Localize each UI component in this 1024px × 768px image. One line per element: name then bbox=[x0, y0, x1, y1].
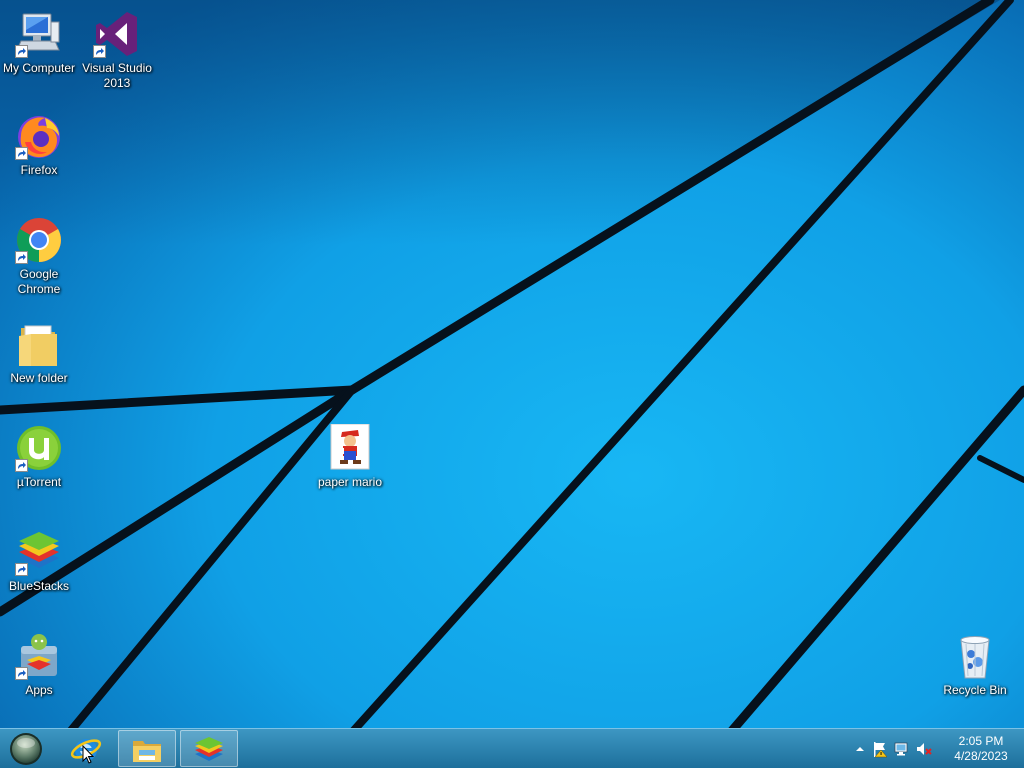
desktop-icon-bluestacks[interactable]: BlueStacks bbox=[0, 528, 78, 594]
folder-icon bbox=[15, 320, 63, 368]
desktop-icon-label: Apps bbox=[25, 683, 53, 697]
taskbar-file-explorer[interactable] bbox=[118, 730, 176, 767]
desktop-icon-label: New folder bbox=[10, 371, 68, 385]
desktop-icon-visual-studio[interactable]: Visual Studio 2013 bbox=[78, 10, 156, 91]
desktop-icon-label: BlueStacks bbox=[8, 579, 70, 593]
desktop-icon-label: paper mario bbox=[317, 475, 383, 489]
wallpaper bbox=[0, 0, 1024, 768]
shortcut-arrow-icon bbox=[93, 45, 106, 58]
start-button[interactable] bbox=[8, 732, 44, 766]
recycle-bin-icon bbox=[951, 632, 999, 680]
shortcut-arrow-icon bbox=[15, 667, 28, 680]
paper-mario-icon bbox=[326, 424, 374, 472]
desktop-icon-firefox[interactable]: Firefox bbox=[0, 112, 78, 178]
clock[interactable]: 2:05 PM 4/28/2023 bbox=[946, 734, 1016, 764]
chrome-icon bbox=[15, 216, 63, 264]
desktop-icon-label: Google Chrome bbox=[17, 267, 61, 296]
shortcut-arrow-icon bbox=[15, 459, 28, 472]
volume-button[interactable] bbox=[915, 740, 933, 758]
desktop-icon-label: Visual Studio 2013 bbox=[82, 61, 152, 90]
mouse-cursor-icon bbox=[82, 745, 94, 764]
desktop-icon-my-computer[interactable]: My Computer bbox=[0, 10, 78, 76]
firefox-icon bbox=[15, 112, 63, 160]
desktop-icon-label: Firefox bbox=[20, 163, 58, 177]
system-tray: 2:05 PM 4/28/2023 bbox=[844, 729, 1024, 768]
network-button[interactable] bbox=[893, 740, 911, 758]
computer-icon bbox=[15, 10, 63, 58]
desktop[interactable]: My Computer Visual Studio 2013 Firefox G… bbox=[0, 0, 1024, 768]
show-hidden-icons-icon bbox=[856, 747, 864, 751]
utorrent-icon bbox=[15, 424, 63, 472]
file-explorer-icon bbox=[133, 741, 161, 762]
desktop-icon-utorrent[interactable]: µTorrent bbox=[0, 424, 78, 490]
bluestacks-icon bbox=[15, 528, 63, 576]
network-icon bbox=[894, 742, 908, 756]
desktop-icon-google-chrome[interactable]: Google Chrome bbox=[0, 216, 78, 297]
bluestacks-icon bbox=[195, 737, 223, 761]
visual-studio-icon bbox=[93, 10, 141, 58]
desktop-icon-label: My Computer bbox=[2, 61, 76, 75]
desktop-icon-label: Recycle Bin bbox=[943, 683, 1007, 697]
volume-muted-icon bbox=[917, 743, 932, 755]
shortcut-arrow-icon bbox=[15, 147, 28, 160]
desktop-icon-recycle-bin[interactable]: Recycle Bin bbox=[936, 632, 1014, 698]
show-hidden-icons-button[interactable] bbox=[851, 740, 869, 758]
shortcut-arrow-icon bbox=[15, 45, 28, 58]
desktop-icon-apps[interactable]: Apps bbox=[0, 632, 78, 698]
action-center-button[interactable] bbox=[871, 740, 889, 758]
taskbar: 2:05 PM 4/28/2023 bbox=[0, 728, 1024, 768]
clock-date: 4/28/2023 bbox=[954, 749, 1008, 763]
clock-time: 2:05 PM bbox=[958, 734, 1004, 748]
desktop-icon-paper-mario[interactable]: paper mario bbox=[311, 424, 389, 490]
desktop-icon-label: µTorrent bbox=[16, 475, 62, 489]
start-orb-icon bbox=[10, 733, 42, 765]
apps-icon bbox=[15, 632, 63, 680]
action-center-flag-icon bbox=[874, 742, 888, 758]
shortcut-arrow-icon bbox=[15, 251, 28, 264]
taskbar-bluestacks[interactable] bbox=[180, 730, 238, 767]
shortcut-arrow-icon bbox=[15, 563, 28, 576]
desktop-icon-new-folder[interactable]: New folder bbox=[0, 320, 78, 386]
